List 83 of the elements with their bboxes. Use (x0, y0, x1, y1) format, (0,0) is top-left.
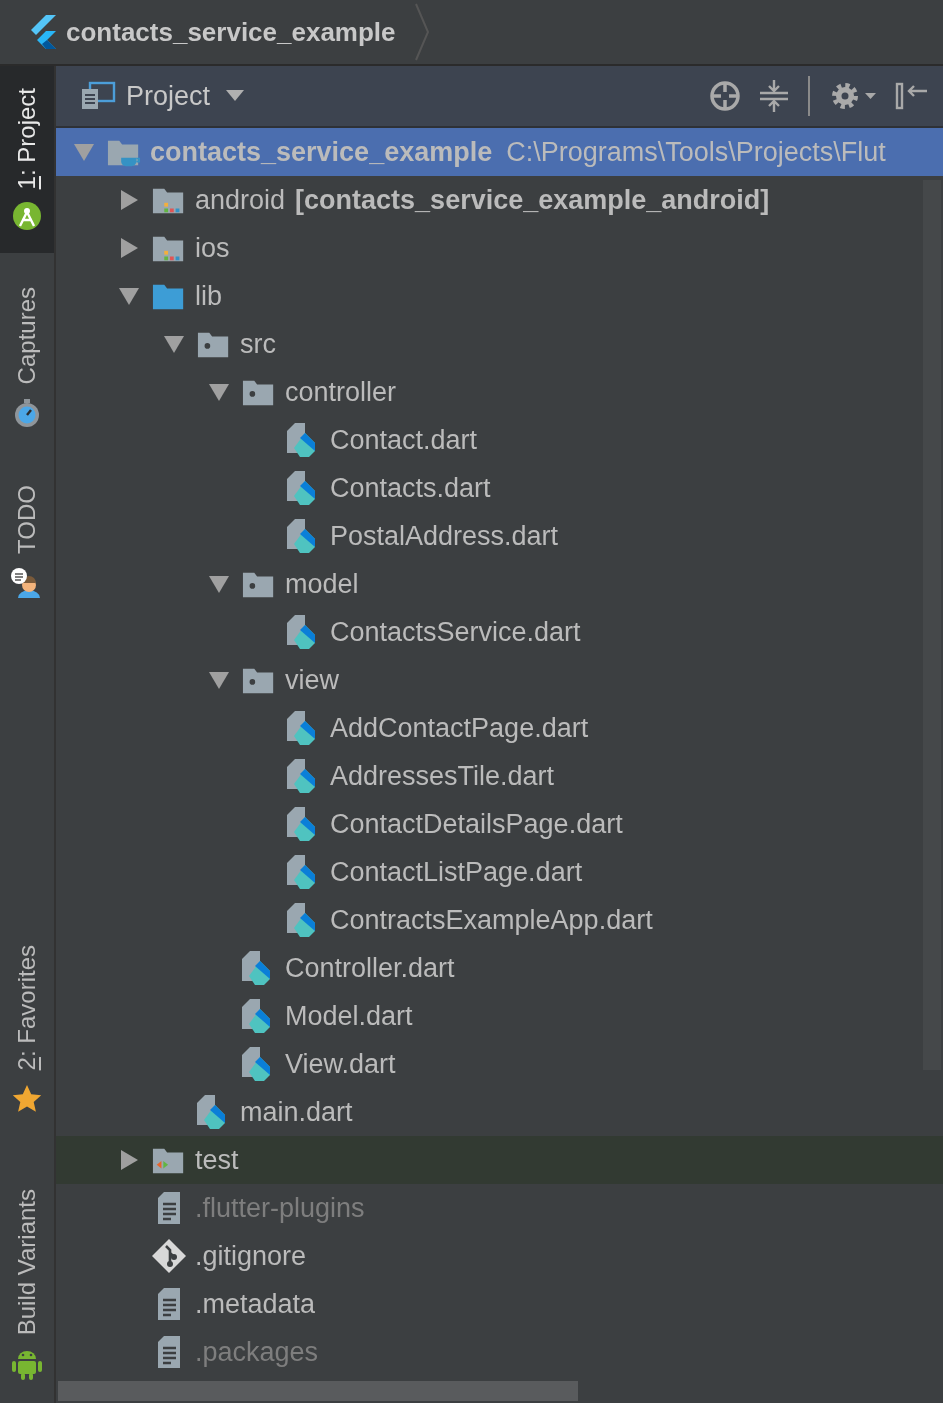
tree-item-label: contacts_service_example (150, 136, 493, 168)
tree-row[interactable]: ContactsService.dart (56, 608, 943, 656)
tree-row[interactable]: Contact.dart (56, 416, 943, 464)
tree-item-label: main.dart (240, 1096, 353, 1128)
tool-tab-label: 2: Favorites (13, 945, 41, 1071)
view-dropdown[interactable]: Project (126, 80, 245, 112)
tree-row[interactable]: src (56, 320, 943, 368)
tree-item-label: ContractsExampleApp.dart (330, 904, 653, 936)
tree-item-label: .flutter-plugins (195, 1192, 365, 1224)
tree-item-label: Contact.dart (330, 424, 478, 456)
expand-arrow-icon[interactable] (118, 237, 140, 259)
tree-item-label: Contacts.dart (330, 472, 491, 504)
tree-item-label: src (240, 328, 276, 360)
tree-item-label: view (285, 664, 339, 696)
tree-row[interactable]: .gitignore (56, 1232, 943, 1280)
toolbar-separator (807, 76, 811, 116)
tree-row[interactable]: Controller.dart (56, 944, 943, 992)
collapse-arrow-icon[interactable] (118, 285, 140, 307)
expand-arrow-icon[interactable] (118, 189, 140, 211)
tree-item-label: AddContactPage.dart (330, 712, 589, 744)
tree-row[interactable]: Contacts.dart (56, 464, 943, 512)
tree-row[interactable]: AddressesTile.dart (56, 752, 943, 800)
tree-item-label: ContactsService.dart (330, 616, 581, 648)
tree-row[interactable]: android [contacts_service_example_android] (56, 176, 943, 224)
project-name[interactable]: contacts_service_example (66, 16, 406, 48)
tree-item-label: android (195, 184, 286, 216)
collapse-arrow-icon[interactable] (208, 669, 230, 691)
tree-row[interactable]: ContractsExampleApp.dart (56, 896, 943, 944)
project-view-icon (80, 81, 116, 111)
tree-item-label: Model.dart (285, 1000, 413, 1032)
tree-item-label: controller (285, 376, 397, 408)
tree-item-label: AddressesTile.dart (330, 760, 555, 792)
tree-item-label: View.dart (285, 1048, 396, 1080)
tool-tab-label: Build Variants (13, 1188, 41, 1335)
tree-row[interactable]: PostalAddress.dart (56, 512, 943, 560)
expand-arrow-icon[interactable] (118, 1149, 140, 1171)
tool-tab-label: Captures (13, 287, 41, 385)
tree-item-label: ContactDetailsPage.dart (330, 808, 623, 840)
tool-window-tab[interactable]: Build Variants (0, 1166, 54, 1403)
collapse-arrow-icon[interactable] (208, 573, 230, 595)
tree-item-label: lib (195, 280, 222, 312)
tree-row[interactable]: ios (56, 224, 943, 272)
tree-row[interactable]: controller (56, 368, 943, 416)
android-icon (12, 201, 42, 232)
locate-icon[interactable] (709, 80, 741, 112)
stopwatch-icon (12, 396, 42, 429)
tree-row[interactable]: ContactDetailsPage.dart (56, 800, 943, 848)
tool-tab-label: TODO (13, 484, 41, 554)
collapse-arrow-icon[interactable] (163, 333, 185, 355)
chevron-icon (413, 2, 430, 62)
tree-row[interactable]: test (56, 1136, 943, 1184)
tree-row[interactable]: Model.dart (56, 992, 943, 1040)
tool-window-tab[interactable]: 2: Favorites (0, 923, 54, 1137)
tree-item-label: .metadata (195, 1288, 316, 1320)
collapse-all-icon[interactable] (759, 79, 789, 113)
tree-row[interactable]: main.dart (56, 1088, 943, 1136)
collapse-arrow-icon[interactable] (208, 381, 230, 403)
tree-row[interactable]: lib (56, 272, 943, 320)
tree-row[interactable]: View.dart (56, 1040, 943, 1088)
tree-row[interactable]: ContactListPage.dart (56, 848, 943, 896)
tree-row[interactable]: .metadata (56, 1280, 943, 1328)
caret-icon (226, 90, 245, 102)
tree-item-label: test (195, 1144, 239, 1176)
horizontal-scrollbar[interactable] (58, 1381, 578, 1401)
hide-panel-icon[interactable] (895, 80, 929, 112)
tree-item-label: ios (195, 232, 230, 264)
tree-row[interactable]: AddContactPage.dart (56, 704, 943, 752)
git-file-icon (150, 1237, 188, 1275)
tree-row[interactable]: model (56, 560, 943, 608)
tree-item-label: PostalAddress.dart (330, 520, 559, 552)
tool-window-tab[interactable]: TODO (0, 462, 54, 622)
tree-item-label: model (285, 568, 359, 600)
tool-tab-label: 1: Project (13, 88, 41, 190)
tree-item-label: ContactListPage.dart (330, 856, 583, 888)
tool-window-tab[interactable]: Captures (0, 265, 54, 451)
tree-row[interactable]: view (56, 656, 943, 704)
tree-item-label: Controller.dart (285, 952, 455, 984)
project-path: C:\Programs\Tools\Projects\Flut (506, 136, 886, 168)
tree-item-label: .packages (195, 1336, 319, 1368)
tool-window-tab[interactable]: 1: Project (0, 66, 54, 254)
settings-icon[interactable] (829, 80, 877, 112)
module-name: [contacts_service_example_android] (295, 184, 770, 216)
tree-item-label: .gitignore (195, 1240, 307, 1272)
